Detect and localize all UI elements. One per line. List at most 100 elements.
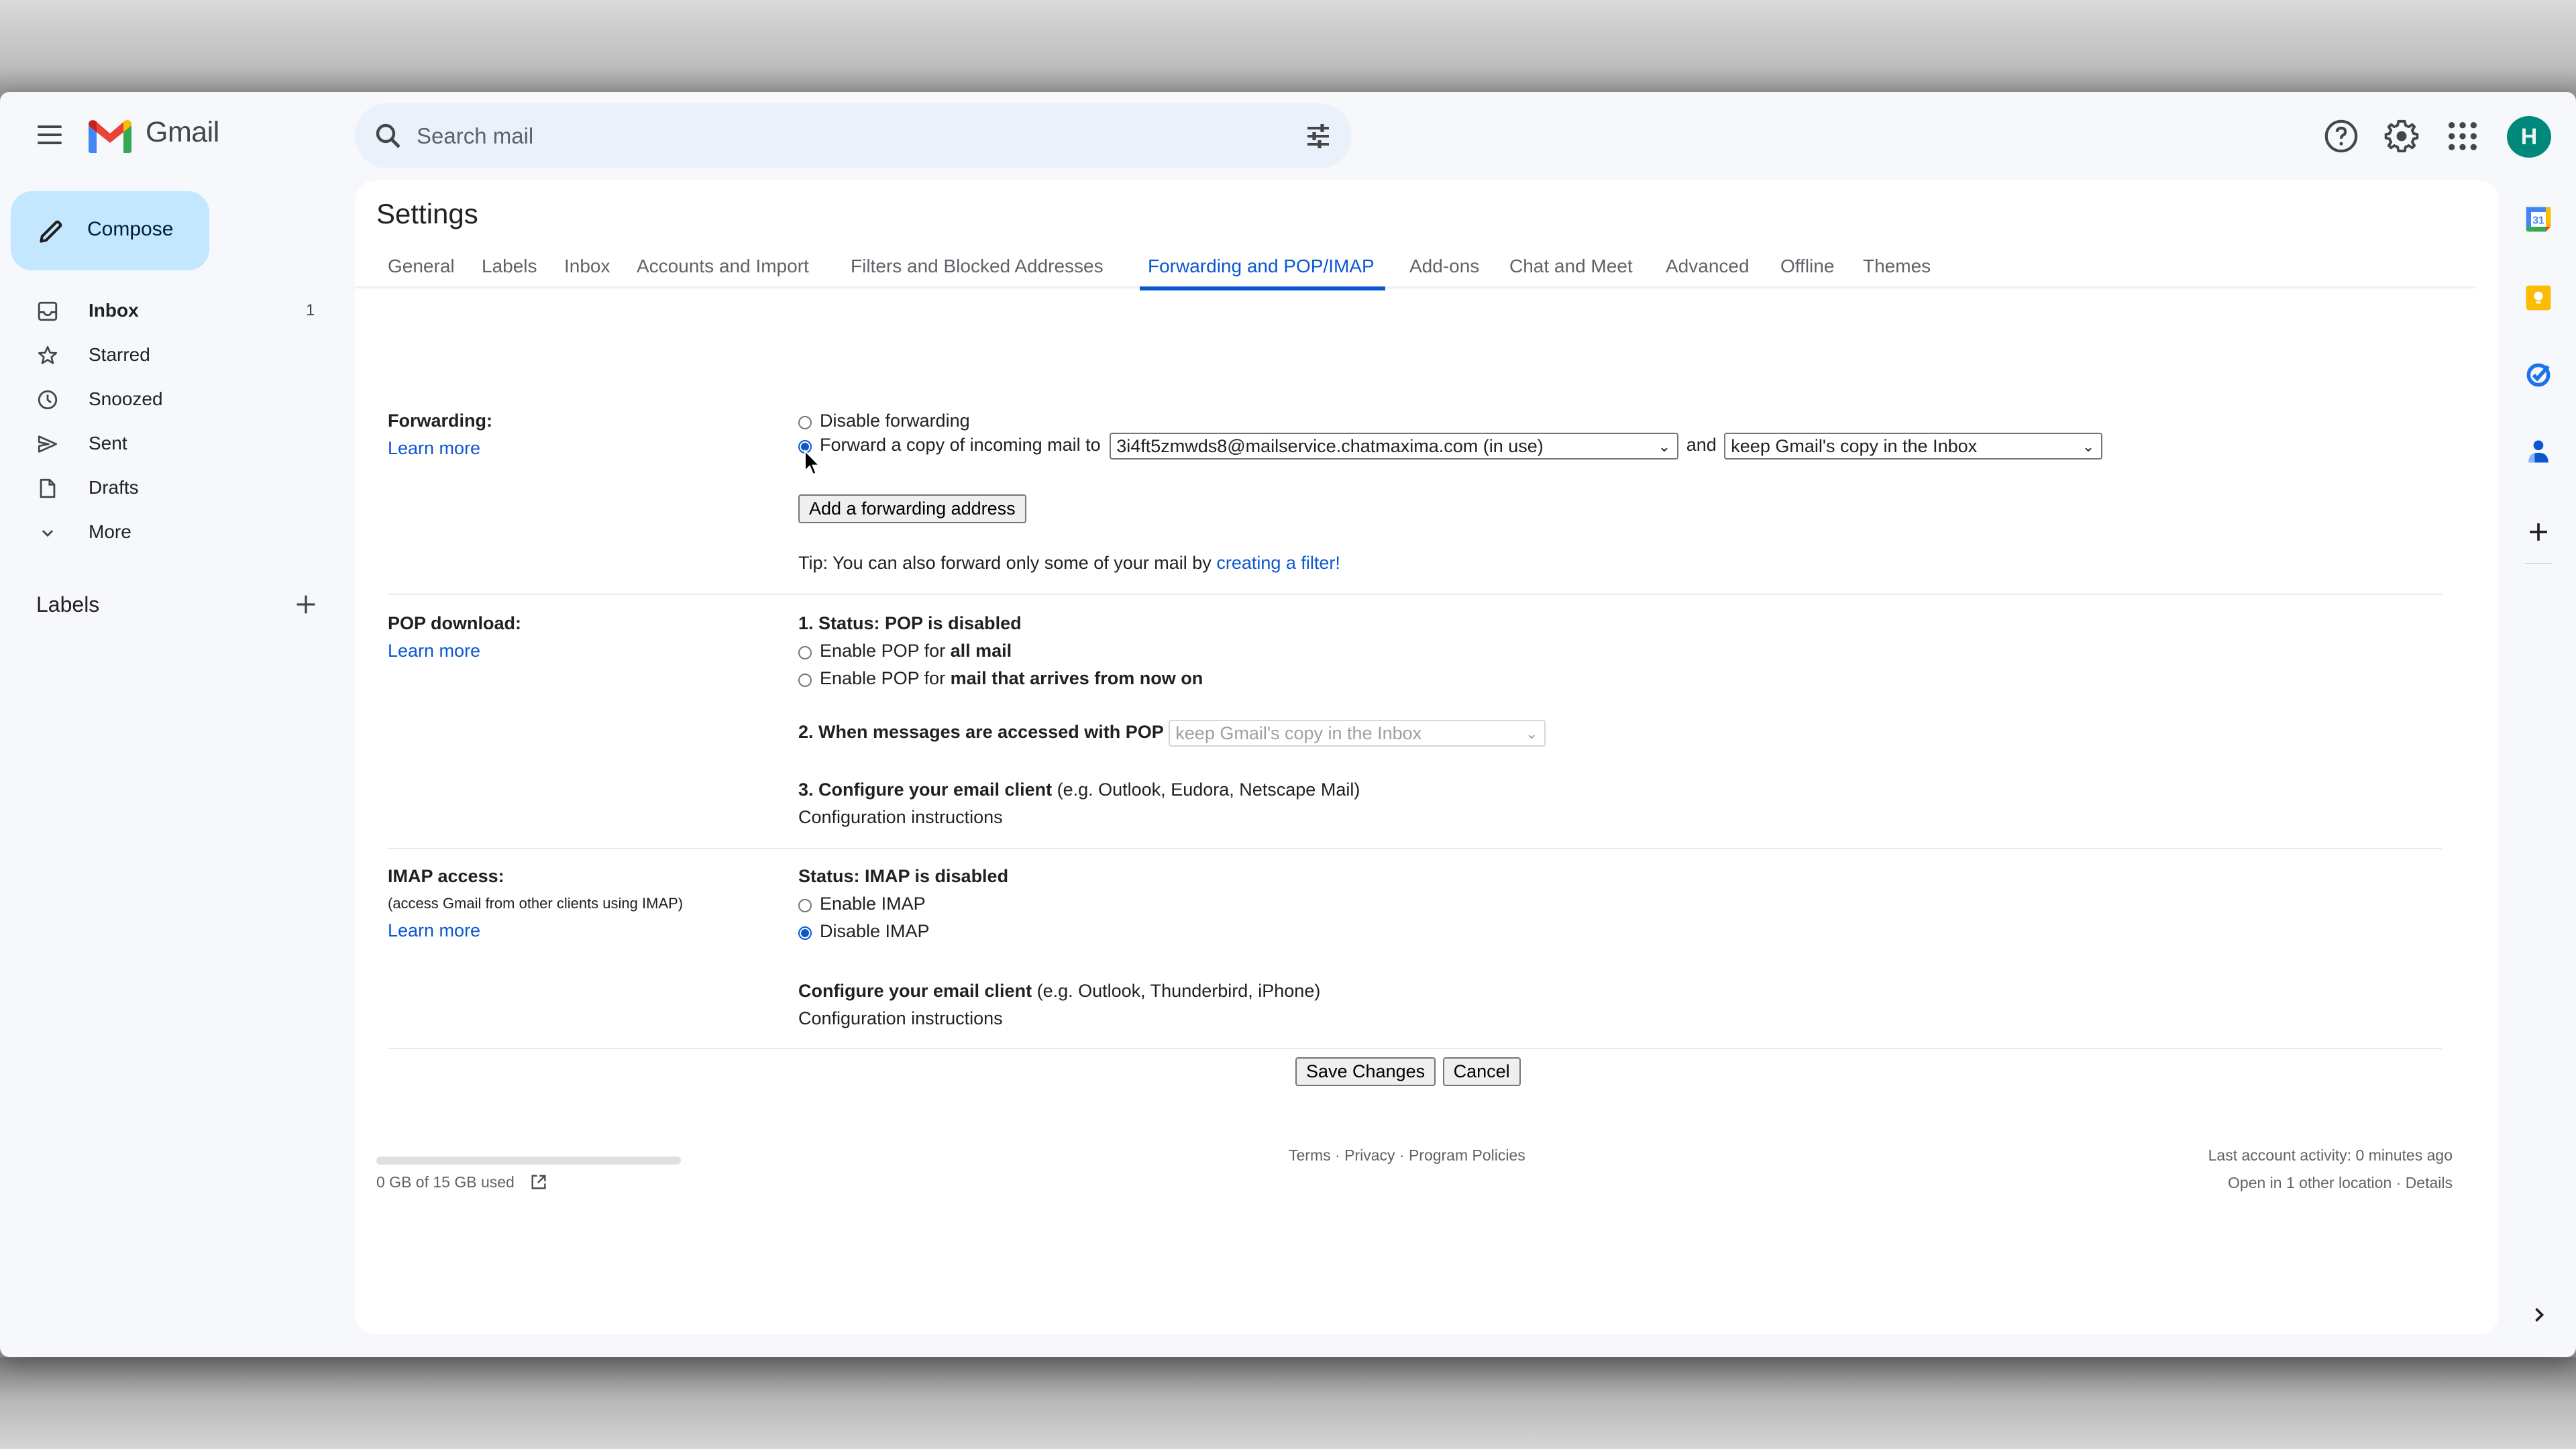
save-changes-button[interactable]: Save Changes bbox=[1295, 1057, 1436, 1086]
disable-imap-radio[interactable] bbox=[798, 926, 812, 940]
sidebar-item-more[interactable]: More bbox=[0, 512, 335, 553]
expand-panel-icon[interactable] bbox=[2527, 1303, 2551, 1327]
sidebar-item-label: Inbox bbox=[89, 300, 139, 321]
forwarding-learn-more-link[interactable]: Learn more bbox=[388, 438, 480, 459]
enable-pop-all-radio[interactable] bbox=[798, 646, 812, 659]
settings-panel: Settings General Labels Inbox Accounts a… bbox=[355, 180, 2499, 1334]
pop-action-value: keep Gmail's copy in the Inbox bbox=[1175, 723, 1422, 743]
tab-general[interactable]: General bbox=[388, 256, 455, 277]
imap-status: Status: IMAP is disabled bbox=[798, 866, 1009, 886]
separator: · bbox=[2396, 1174, 2402, 1191]
add-forwarding-address-button[interactable]: Add a forwarding address bbox=[798, 494, 1026, 523]
tab-advanced[interactable]: Advanced bbox=[1666, 256, 1750, 277]
calendar-day: 31 bbox=[2532, 215, 2544, 226]
disable-forwarding-radio[interactable] bbox=[798, 416, 812, 429]
tab-add-ons[interactable]: Add-ons bbox=[1409, 256, 1479, 277]
option-bold: all mail bbox=[950, 641, 1012, 661]
enable-imap-option[interactable]: Enable IMAP bbox=[798, 894, 926, 914]
contacts-icon[interactable] bbox=[2524, 437, 2553, 466]
pop-status: 1. Status: POP is disabled bbox=[798, 613, 1022, 633]
forward-copy-label: Forward a copy of incoming mail to bbox=[820, 435, 1101, 455]
privacy-link[interactable]: Privacy bbox=[1344, 1146, 1395, 1164]
creating-filter-link[interactable]: creating a filter! bbox=[1216, 553, 1340, 573]
tab-accounts-and-import[interactable]: Accounts and Import bbox=[637, 256, 809, 277]
compose-button[interactable]: Compose bbox=[11, 191, 209, 270]
sidebar-item-sent[interactable]: Sent bbox=[0, 423, 335, 465]
account-avatar[interactable]: H bbox=[2507, 116, 2551, 158]
pop-configuration-instructions-link[interactable]: Configuration instructions bbox=[798, 807, 1003, 828]
apps-icon[interactable] bbox=[2444, 117, 2481, 155]
add-app-icon[interactable] bbox=[2524, 517, 2553, 547]
form-actions: Save Changes Cancel bbox=[1295, 1057, 1521, 1086]
configure-rest: (e.g. Outlook, Eudora, Netscape Mail) bbox=[1057, 780, 1360, 800]
program-policies-link[interactable]: Program Policies bbox=[1409, 1146, 1525, 1164]
details-link[interactable]: Details bbox=[2406, 1174, 2453, 1191]
disable-imap-option[interactable]: Disable IMAP bbox=[798, 921, 930, 942]
sidebar-item-label: Drafts bbox=[89, 477, 139, 498]
settings-icon[interactable] bbox=[2383, 117, 2420, 155]
cancel-button[interactable]: Cancel bbox=[1442, 1057, 1521, 1086]
enable-pop-all-option[interactable]: Enable POP for all mail bbox=[798, 641, 1012, 661]
tab-filters-and-blocked-addresses[interactable]: Filters and Blocked Addresses bbox=[851, 256, 1104, 277]
and-text: and bbox=[1686, 435, 1717, 455]
open-locations-text: Open in 1 other location bbox=[2228, 1174, 2392, 1191]
clock-icon bbox=[38, 390, 58, 410]
pop-learn-more-link[interactable]: Learn more bbox=[388, 641, 480, 661]
disable-imap-label: Disable IMAP bbox=[820, 921, 930, 941]
sidebar-item-drafts[interactable]: Drafts bbox=[0, 468, 335, 509]
configure-bold: Configure your email client bbox=[798, 981, 1032, 1001]
search-bar[interactable] bbox=[355, 103, 1352, 168]
storage-usage-text: 0 GB of 15 GB used bbox=[376, 1173, 548, 1191]
separator: · bbox=[1335, 1146, 1340, 1164]
enable-imap-radio[interactable] bbox=[798, 899, 812, 912]
forward-copy-option: Forward a copy of incoming mail to 3i4ft… bbox=[798, 433, 2103, 460]
tab-inbox[interactable]: Inbox bbox=[564, 256, 610, 277]
option-prefix: Enable POP for bbox=[820, 641, 946, 661]
enable-pop-new-radio[interactable] bbox=[798, 674, 812, 687]
tab-labels[interactable]: Labels bbox=[482, 256, 537, 277]
tab-offline[interactable]: Offline bbox=[1780, 256, 1834, 277]
help-icon[interactable] bbox=[2322, 117, 2360, 155]
gmail-logo-icon[interactable] bbox=[86, 117, 134, 154]
add-label-icon[interactable] bbox=[292, 591, 319, 618]
option-prefix: Enable POP for bbox=[820, 668, 946, 688]
forwarding-address-select[interactable]: 3i4ft5zmwds8@mailservice.chatmaxima.com … bbox=[1110, 433, 1679, 460]
sidebar-item-label: Sent bbox=[89, 433, 127, 453]
compose-label: Compose bbox=[87, 218, 174, 240]
section-divider bbox=[388, 848, 2442, 849]
section-divider bbox=[388, 594, 2442, 595]
open-locations: Open in 1 other location · Details bbox=[2228, 1174, 2453, 1192]
sidebar-item-starred[interactable]: Starred bbox=[0, 335, 335, 376]
enable-pop-new-option[interactable]: Enable POP for mail that arrives from no… bbox=[798, 668, 1203, 689]
search-icon[interactable] bbox=[372, 120, 405, 152]
sidebar-item-snoozed[interactable]: Snoozed bbox=[0, 379, 335, 421]
pencil-icon bbox=[40, 220, 62, 243]
settings-tabs: General Labels Inbox Accounts and Import… bbox=[355, 256, 2476, 290]
chevron-down-icon: ⌄ bbox=[1525, 725, 1538, 742]
tab-themes[interactable]: Themes bbox=[1863, 256, 1931, 277]
imap-access-label: IMAP access: bbox=[388, 866, 504, 886]
imap-learn-more-link[interactable]: Learn more bbox=[388, 920, 480, 941]
search-options-icon[interactable] bbox=[1302, 120, 1334, 152]
gmail-window: Gmail H bbox=[0, 92, 2576, 1357]
forwarding-action-select[interactable]: keep Gmail's copy in the Inbox ⌄ bbox=[1724, 433, 2103, 460]
sidebar-item-inbox[interactable]: Inbox 1 bbox=[0, 290, 335, 332]
rail-divider bbox=[2525, 563, 2552, 564]
tab-forwarding-and-pop-imap[interactable]: Forwarding and POP/IMAP bbox=[1140, 256, 1385, 290]
open-in-new-icon[interactable] bbox=[529, 1173, 548, 1191]
page-title: Settings bbox=[376, 198, 478, 229]
disable-forwarding-option[interactable]: Disable forwarding bbox=[798, 411, 970, 431]
keep-icon[interactable] bbox=[2524, 283, 2553, 313]
search-input[interactable] bbox=[415, 117, 1256, 156]
tip-text: Tip: You can also forward only some of y… bbox=[798, 553, 1212, 573]
tab-chat-and-meet[interactable]: Chat and Meet bbox=[1509, 256, 1633, 277]
tasks-icon[interactable] bbox=[2524, 360, 2553, 390]
forwarding-tip: Tip: You can also forward only some of y… bbox=[798, 553, 1340, 574]
chevron-down-icon: ⌄ bbox=[1658, 438, 1671, 455]
send-icon bbox=[38, 435, 58, 453]
calendar-icon[interactable]: 31 bbox=[2524, 205, 2553, 234]
menu-icon[interactable] bbox=[34, 121, 66, 148]
imap-configuration-instructions-link[interactable]: Configuration instructions bbox=[798, 1008, 1003, 1029]
chevron-down-icon: ⌄ bbox=[2082, 438, 2095, 455]
terms-link[interactable]: Terms bbox=[1289, 1146, 1331, 1164]
